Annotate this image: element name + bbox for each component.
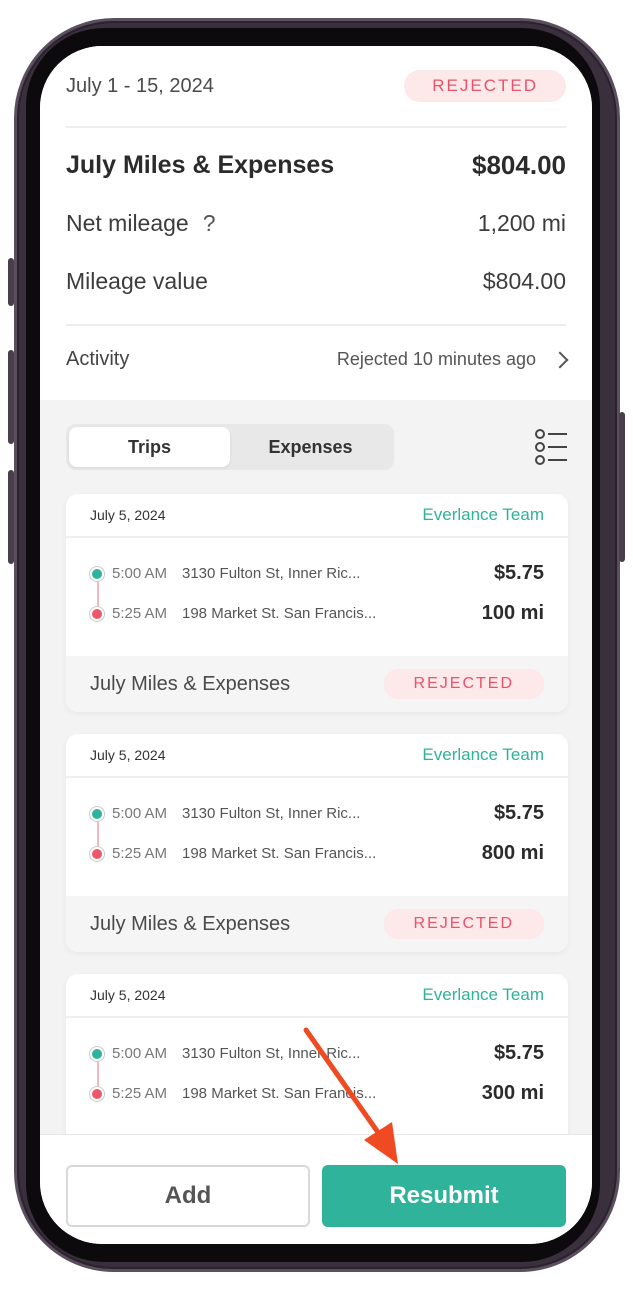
trip-team: Everlance Team bbox=[422, 505, 544, 524]
trip-status-badge: REJECTED bbox=[383, 909, 544, 939]
start-address: 3130 Fulton St, Inner Ric... bbox=[182, 1045, 361, 1062]
end-time: 5:25 AM bbox=[112, 1085, 168, 1102]
start-point-icon bbox=[90, 566, 104, 581]
power-button bbox=[619, 412, 625, 562]
start-time: 5:00 AM bbox=[112, 805, 168, 822]
trip-date: July 5, 2024 bbox=[90, 987, 166, 1003]
segmented-tabs: Trips Expenses bbox=[66, 424, 394, 470]
trip-amount: $5.75 bbox=[493, 1042, 544, 1064]
end-point-icon bbox=[90, 1086, 104, 1101]
report-total: $804.00 bbox=[472, 150, 566, 180]
app-screen: July 1 - 15, 2024 REJECTED July Miles & … bbox=[40, 46, 592, 1244]
report-status-badge: REJECTED bbox=[404, 70, 566, 102]
start-address: 3130 Fulton St, Inner Ric... bbox=[182, 565, 361, 582]
trip-end: 5:25 AM 198 Market St. San Francis... 10… bbox=[90, 602, 544, 625]
volume-down-button bbox=[8, 470, 14, 564]
mileage-value: $804.00 bbox=[482, 268, 566, 294]
volume-up-button bbox=[8, 350, 14, 444]
activity-value: Rejected 10 minutes ago bbox=[336, 349, 536, 369]
tab-trips[interactable]: Trips bbox=[69, 427, 230, 467]
end-point-icon bbox=[90, 846, 104, 861]
trip-report-name: July Miles & Expenses bbox=[90, 672, 291, 695]
bottom-action-bar: Add Resubmit bbox=[40, 1134, 592, 1244]
activity-row[interactable]: Activity Rejected 10 minutes ago bbox=[66, 348, 569, 371]
trip-team: Everlance Team bbox=[422, 745, 544, 764]
trip-end: 5:25 AM 198 Market St. San Francis... 30… bbox=[90, 1082, 544, 1105]
trip-date: July 5, 2024 bbox=[90, 507, 166, 523]
start-time: 5:00 AM bbox=[112, 565, 168, 582]
end-time: 5:25 AM bbox=[112, 605, 168, 622]
report-summary: July 1 - 15, 2024 REJECTED July Miles & … bbox=[40, 46, 592, 400]
filter-list-icon[interactable] bbox=[534, 428, 568, 466]
action-button bbox=[8, 258, 14, 306]
trip-start: 5:00 AM 3130 Fulton St, Inner Ric... $5.… bbox=[90, 802, 544, 825]
trip-report-name: July Miles & Expenses bbox=[90, 912, 291, 935]
activity-label: Activity bbox=[66, 348, 130, 370]
start-address: 3130 Fulton St, Inner Ric... bbox=[182, 805, 361, 822]
tab-expenses[interactable]: Expenses bbox=[230, 427, 391, 467]
divider bbox=[66, 126, 566, 128]
help-icon[interactable]: ? bbox=[203, 210, 216, 236]
end-address: 198 Market St. San Francis... bbox=[182, 845, 377, 862]
net-mileage-value: 1,200 mi bbox=[477, 210, 566, 236]
report-date-range: July 1 - 15, 2024 bbox=[66, 74, 214, 97]
trip-status-badge: REJECTED bbox=[383, 669, 544, 699]
start-point-icon bbox=[90, 1046, 104, 1061]
trip-team: Everlance Team bbox=[422, 985, 544, 1004]
trip-card[interactable]: July 5, 2024 Everlance Team 5:00 AM 3130… bbox=[66, 494, 568, 712]
net-mileage-label: Net mileage? bbox=[66, 210, 216, 236]
trip-start: 5:00 AM 3130 Fulton St, Inner Ric... $5.… bbox=[90, 562, 544, 585]
report-title: July Miles & Expenses bbox=[66, 151, 335, 179]
start-time: 5:00 AM bbox=[112, 1045, 168, 1062]
chevron-right-icon bbox=[551, 351, 569, 368]
divider bbox=[66, 324, 566, 326]
trip-distance: 800 mi bbox=[481, 842, 544, 864]
mileage-value-label: Mileage value bbox=[66, 268, 208, 294]
trip-end: 5:25 AM 198 Market St. San Francis... 80… bbox=[90, 842, 544, 865]
end-time: 5:25 AM bbox=[112, 845, 168, 862]
trip-card[interactable]: July 5, 2024 Everlance Team 5:00 AM 3130… bbox=[66, 734, 568, 952]
trip-distance: 300 mi bbox=[481, 1082, 544, 1104]
end-address: 198 Market St. San Francis... bbox=[182, 605, 377, 622]
end-address: 198 Market St. San Francis... bbox=[182, 1085, 377, 1102]
trip-distance: 100 mi bbox=[481, 602, 544, 624]
start-point-icon bbox=[90, 806, 104, 821]
trip-start: 5:00 AM 3130 Fulton St, Inner Ric... $5.… bbox=[90, 1042, 544, 1065]
add-button[interactable]: Add bbox=[66, 1165, 310, 1227]
trip-amount: $5.75 bbox=[493, 802, 544, 824]
trip-amount: $5.75 bbox=[493, 562, 544, 584]
end-point-icon bbox=[90, 606, 104, 621]
trip-date: July 5, 2024 bbox=[90, 747, 166, 763]
resubmit-button[interactable]: Resubmit bbox=[322, 1165, 566, 1227]
